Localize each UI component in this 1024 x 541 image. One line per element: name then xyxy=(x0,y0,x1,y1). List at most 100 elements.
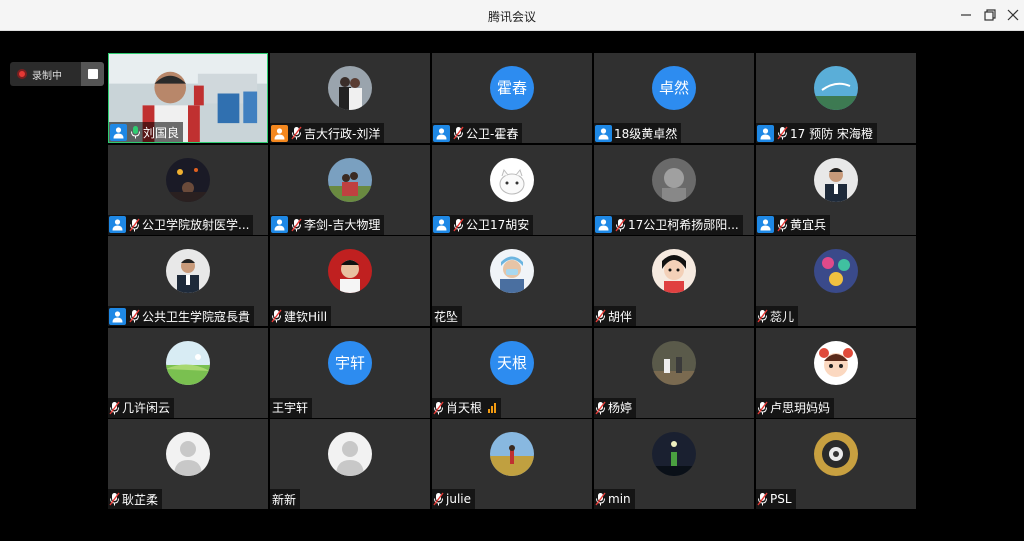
participant-tile[interactable]: 黄宜兵 xyxy=(756,144,916,235)
participant-tile[interactable]: 吉大行政-刘洋 xyxy=(270,53,430,143)
participant-name: 胡伴 xyxy=(608,309,633,324)
name-bar: 耿芷柔 xyxy=(108,489,163,509)
mic-muted-icon xyxy=(595,492,606,506)
participant-tile[interactable]: min xyxy=(594,419,754,509)
participant-tile[interactable]: 霍舂 公卫-霍舂 xyxy=(432,53,592,143)
mic-muted-icon xyxy=(615,218,626,232)
participant-tile[interactable]: 胡伴 xyxy=(594,236,754,326)
participant-name: 王宇轩 xyxy=(272,401,309,415)
avatar xyxy=(652,432,696,476)
participant-tile[interactable]: julie xyxy=(432,419,592,509)
stop-recording-button[interactable] xyxy=(81,62,104,86)
cohost-badge-icon xyxy=(271,124,288,142)
participant-tile[interactable]: PSL xyxy=(756,419,916,509)
name-bar: min xyxy=(594,489,635,509)
participant-tile[interactable]: 卓然 18级黄卓然 xyxy=(594,53,754,143)
participant-tile[interactable]: 耿芷柔 xyxy=(108,419,268,509)
mic-muted-icon xyxy=(595,309,606,323)
name-bar: 公卫学院放射医学... xyxy=(108,214,254,235)
name-bar: PSL xyxy=(756,489,796,509)
name-bar: 刘国良 xyxy=(109,122,184,142)
name-bar: 王宇轩 xyxy=(270,397,313,418)
host-badge-icon xyxy=(757,216,774,233)
participant-name: 耿芷柔 xyxy=(122,492,159,507)
avatar xyxy=(490,249,534,293)
name-bar: 建钦Hill xyxy=(270,306,332,326)
mic-muted-icon xyxy=(777,218,788,232)
name-bar: 17公卫柯希扬郧阳... xyxy=(594,214,743,235)
participant-name: 吉大行政-刘洋 xyxy=(304,126,381,141)
participant-name: 18级黄卓然 xyxy=(614,126,678,141)
participant-name: julie xyxy=(446,492,471,506)
avatar xyxy=(328,157,372,202)
host-badge-icon xyxy=(595,216,612,233)
participant-name: 刘国良 xyxy=(143,125,180,140)
participant-name: 17公卫柯希扬郧阳... xyxy=(628,218,739,232)
participant-name: 蕊儿 xyxy=(770,309,795,324)
participant-name: PSL xyxy=(770,492,792,506)
participant-grid: 刘国良 吉大行政-刘洋 霍舂 公卫-霍舂 卓然 18级黄卓然 17 预防 宋海橙公卫学院放射… xyxy=(108,53,918,509)
participant-name: 花坠 xyxy=(434,309,459,324)
participant-name: 公共卫生学院寇長貴 xyxy=(142,309,251,324)
avatar xyxy=(328,66,372,110)
avatar xyxy=(166,249,210,293)
mic-muted-icon xyxy=(291,218,302,232)
name-bar: 肖天根 xyxy=(432,397,502,418)
avatar xyxy=(166,340,210,385)
avatar xyxy=(814,66,858,110)
name-bar: julie xyxy=(432,489,475,509)
avatar: 天根 xyxy=(490,340,534,385)
participant-tile[interactable]: 刘国良 xyxy=(108,53,268,143)
participant-tile[interactable]: 花坠 xyxy=(432,236,592,326)
participant-name: 建钦Hill xyxy=(284,309,328,324)
participant-tile[interactable]: 公卫17胡安 xyxy=(432,144,592,235)
close-button[interactable] xyxy=(1003,5,1023,25)
host-badge-icon xyxy=(757,124,774,142)
name-bar: 吉大行政-刘洋 xyxy=(270,123,385,143)
mic-muted-icon xyxy=(757,492,768,506)
mic-muted-icon xyxy=(109,492,120,506)
name-bar: 胡伴 xyxy=(594,306,637,326)
recording-label: 录制中 xyxy=(32,71,62,82)
mic-muted-icon xyxy=(453,126,464,140)
participant-tile[interactable]: 几许闲云 xyxy=(108,327,268,418)
participant-name: 黄宜兵 xyxy=(790,218,827,232)
participant-tile[interactable]: 杨婷 xyxy=(594,327,754,418)
participant-name: 公卫17胡安 xyxy=(466,218,530,232)
mic-muted-icon xyxy=(433,492,444,506)
participant-name: 公卫-霍舂 xyxy=(466,126,519,141)
participant-name: 李剑-吉大物理 xyxy=(304,218,381,232)
participant-tile[interactable]: 新新 xyxy=(270,419,430,509)
mic-muted-icon xyxy=(129,309,140,323)
avatar xyxy=(652,249,696,293)
restore-icon xyxy=(984,9,996,21)
avatar: 卓然 xyxy=(652,66,696,110)
avatar xyxy=(490,157,534,202)
participant-tile[interactable]: 公共卫生学院寇長貴 xyxy=(108,236,268,326)
host-badge-icon xyxy=(109,307,126,325)
stop-icon xyxy=(88,69,98,79)
mic-muted-icon xyxy=(433,401,444,415)
minimize-button[interactable] xyxy=(956,5,976,25)
participant-tile[interactable]: 卢思玥妈妈 xyxy=(756,327,916,418)
recording-dot-icon xyxy=(17,69,27,79)
participant-tile[interactable]: 建钦Hill xyxy=(270,236,430,326)
restore-button[interactable] xyxy=(980,5,1000,25)
participant-name: 17 预防 宋海橙 xyxy=(790,126,873,141)
avatar xyxy=(814,249,858,293)
participant-tile[interactable]: 17 预防 宋海橙 xyxy=(756,53,916,143)
mic-muted-icon xyxy=(595,401,606,415)
host-badge-icon xyxy=(433,124,450,142)
avatar xyxy=(328,432,372,476)
participant-tile[interactable]: 17公卫柯希扬郧阳... xyxy=(594,144,754,235)
participant-tile[interactable]: 公卫学院放射医学... xyxy=(108,144,268,235)
participant-tile[interactable]: 天根肖天根 xyxy=(432,327,592,418)
avatar xyxy=(490,432,534,476)
avatar xyxy=(328,249,372,293)
avatar xyxy=(166,432,210,476)
recording-indicator[interactable]: 录制中 xyxy=(10,62,104,86)
participant-tile[interactable]: 李剑-吉大物理 xyxy=(270,144,430,235)
participant-tile[interactable]: 宇轩 王宇轩 xyxy=(270,327,430,418)
avatar xyxy=(814,340,858,385)
participant-tile[interactable]: 蕊儿 xyxy=(756,236,916,326)
